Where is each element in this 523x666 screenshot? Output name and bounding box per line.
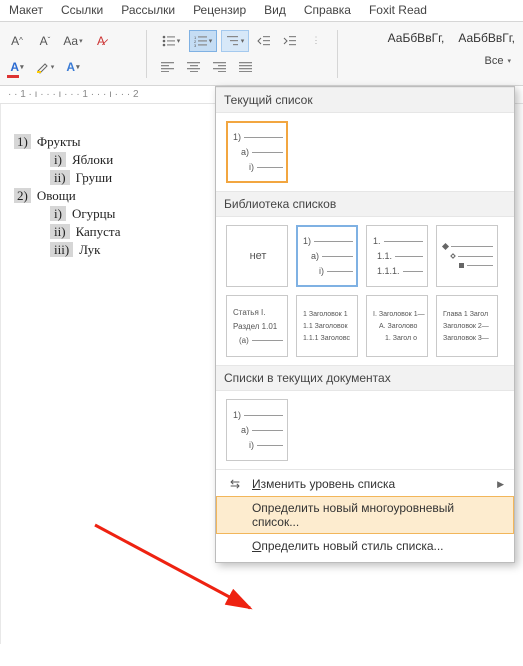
align-left-button[interactable]: [157, 56, 179, 78]
font-shrink-button[interactable]: Aˇ: [34, 30, 56, 52]
tile-library-chapter[interactable]: Глава 1 Загол Заголовок 2— Заголовок 3—: [436, 295, 498, 357]
group-overflow-icon[interactable]: ⋮: [305, 30, 327, 52]
change-level-icon: ⇆: [226, 477, 244, 491]
font-color-button[interactable]: A▾: [6, 56, 28, 78]
define-multilevel-item[interactable]: Определить новый многоуровневый список..…: [216, 496, 514, 534]
define-list-style-item[interactable]: Определить новый стиль списка...: [216, 534, 514, 558]
paragraph-group: ▾ 123▾ ▾ ⋮: [157, 30, 327, 78]
section-docs: Списки в текущих документах: [216, 365, 514, 391]
styles-all-button[interactable]: Все▾: [479, 53, 517, 69]
list-item: iii)Лук: [50, 242, 205, 258]
tile-library-numbered[interactable]: 1) a) i): [296, 225, 358, 287]
numbering-button[interactable]: 123▾: [189, 30, 217, 52]
highlight-button[interactable]: ▾: [34, 56, 56, 78]
decrease-indent-button[interactable]: [253, 30, 275, 52]
text-effects-button[interactable]: A▾: [62, 56, 84, 78]
tile-library-article[interactable]: Статья I. Раздел 1.01 (a): [226, 295, 288, 357]
submenu-arrow-icon: ▶: [497, 479, 504, 490]
align-center-button[interactable]: [183, 56, 205, 78]
change-list-level-item[interactable]: ⇆ Изменить уровень списка ▶: [216, 472, 514, 496]
multilevel-list-dropdown: Текущий список 1) a) i) Библиотека списк…: [215, 86, 515, 563]
tab-mailings[interactable]: Рассылки: [112, 0, 184, 21]
section-library: Библиотека списков: [216, 191, 514, 217]
clear-format-button[interactable]: A̷: [90, 30, 112, 52]
tab-foxit[interactable]: Foxit Read: [360, 0, 436, 21]
tile-library-heading-num[interactable]: 1 Заголовок 1 1.1 Заголовок 1.1.1 Заголо…: [296, 295, 358, 357]
tab-layout[interactable]: Макет: [0, 0, 52, 21]
tile-library-decimal[interactable]: 1. 1.1. 1.1.1.: [366, 225, 428, 287]
document-page[interactable]: 1)Фрукты i)Яблоки ii)Груши 2)Овощи i)Огу…: [0, 104, 215, 644]
ribbon-toolbar: A^ Aˇ Aa▾ A̷ A▾ ▾ A▾ ▾ 123▾ ▾: [0, 22, 523, 86]
tile-library-bullets[interactable]: [436, 225, 498, 287]
list-item: 1)Фрукты: [14, 134, 205, 150]
font-grow-button[interactable]: A^: [6, 30, 28, 52]
list-item: ii)Капуста: [50, 224, 205, 240]
multilevel-list-button[interactable]: ▾: [221, 30, 249, 52]
list-item: ii)Груши: [50, 170, 205, 186]
tile-none[interactable]: нет: [226, 225, 288, 287]
align-justify-button[interactable]: [235, 56, 257, 78]
list-item: i)Яблоки: [50, 152, 205, 168]
change-case-button[interactable]: Aa▾: [62, 30, 84, 52]
tile-library-roman[interactable]: I. Заголовок 1— A. Заголово 1. Загол о: [366, 295, 428, 357]
style-gallery[interactable]: АаБбВвГг, АаБбВвГг,: [386, 27, 517, 49]
section-current-list: Текущий список: [216, 87, 514, 113]
svg-text:3: 3: [194, 43, 197, 47]
list-item: i)Огурцы: [50, 206, 205, 222]
tab-help[interactable]: Справка: [295, 0, 360, 21]
tab-view[interactable]: Вид: [255, 0, 295, 21]
tile-doc-1[interactable]: 1) a) i): [226, 399, 288, 461]
bullets-button[interactable]: ▾: [157, 30, 185, 52]
style-sample-1[interactable]: АаБбВвГг,: [386, 27, 447, 49]
tile-current-1[interactable]: 1) a) i): [226, 121, 288, 183]
increase-indent-button[interactable]: [279, 30, 301, 52]
list-item: 2)Овощи: [14, 188, 205, 204]
tab-review[interactable]: Рецензир: [184, 0, 255, 21]
tab-links[interactable]: Ссылки: [52, 0, 112, 21]
ribbon-tabs: Макет Ссылки Рассылки Рецензир Вид Справ…: [0, 0, 523, 22]
style-sample-2[interactable]: АаБбВвГг,: [456, 27, 517, 49]
align-right-button[interactable]: [209, 56, 231, 78]
